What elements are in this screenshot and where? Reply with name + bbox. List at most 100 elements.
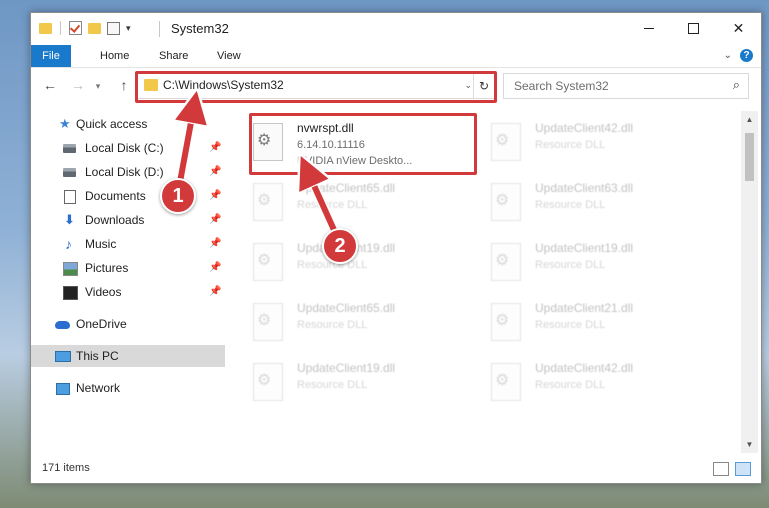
file-name: UpdateClient65.dll: [297, 181, 396, 195]
ribbon-right-controls: ⌄ ?: [724, 49, 753, 62]
minimize-button[interactable]: [626, 13, 671, 43]
status-bar: 171 items: [31, 458, 761, 482]
pin-icon[interactable]: 📌: [209, 209, 221, 231]
videos-icon: [63, 286, 78, 300]
search-placeholder: Search System32: [514, 79, 609, 93]
details-view-icon[interactable]: [713, 462, 729, 476]
up-arrow-icon[interactable]: ↑: [115, 77, 133, 93]
expand-ribbon-chevron-icon[interactable]: ⌄: [724, 50, 732, 61]
sidebar-item-label: Music: [85, 237, 117, 251]
pin-icon[interactable]: 📌: [209, 185, 221, 207]
file-name: UpdateClient65.dll: [297, 301, 396, 315]
file-name: UpdateClient42.dll: [535, 121, 634, 135]
quick-access-toolbar: ▾: [39, 21, 131, 35]
file-type: Resource DLL: [535, 139, 606, 151]
file-item[interactable]: UpdateClient19.dll Resource DLL: [229, 357, 449, 413]
dll-file-icon: [253, 243, 283, 281]
tiles-view-icon[interactable]: [735, 462, 751, 476]
file-type: Resource DLL: [297, 379, 368, 391]
tab-file[interactable]: File: [31, 45, 71, 67]
file-type: Resource DLL: [535, 199, 606, 211]
dll-file-icon: [491, 303, 521, 341]
search-icon[interactable]: ⌕: [733, 77, 740, 93]
file-item[interactable]: UpdateClient65.dll Resource DLL: [229, 297, 449, 353]
help-icon[interactable]: ?: [740, 49, 753, 62]
scroll-down-icon[interactable]: ▼: [741, 436, 758, 453]
file-item[interactable]: UpdateClient21.dll Resource DLL: [467, 297, 687, 353]
pin-icon[interactable]: 📌: [209, 233, 221, 255]
download-icon: ⬇: [64, 212, 75, 227]
dll-file-icon: [491, 243, 521, 281]
file-type: Resource DLL: [535, 319, 606, 331]
sidebar-item-music[interactable]: ♪ Music 📌: [31, 233, 225, 255]
vertical-scrollbar[interactable]: ▲ ▼: [741, 111, 758, 453]
folder-icon: [39, 22, 52, 34]
navigation-pane: ★ Quick access Local Disk (C:) 📌 Local D…: [31, 111, 227, 451]
title-divider: [159, 21, 160, 37]
sidebar-item-label: Quick access: [76, 117, 148, 131]
navigation-row: ← → ▾ ↑ C:\Windows\System32 ⌄ ↻ Search S…: [31, 71, 761, 103]
forward-arrow-icon[interactable]: →: [69, 77, 87, 93]
file-item[interactable]: UpdateClient42.dll Resource DLL: [467, 117, 687, 173]
sidebar-item-network[interactable]: Network: [31, 377, 225, 399]
file-item[interactable]: UpdateClient19.dll Resource DLL: [467, 237, 687, 293]
file-item[interactable]: UpdateClient42.dll Resource DLL: [467, 357, 687, 413]
sidebar-item-label: This PC: [76, 349, 119, 363]
file-item[interactable]: UpdateClient63.dll Resource DLL: [467, 177, 687, 233]
network-icon: [56, 383, 70, 395]
search-input[interactable]: Search System32 ⌕: [503, 73, 749, 99]
file-name: UpdateClient19.dll: [535, 241, 634, 255]
sidebar-item-local-disk-d[interactable]: Local Disk (D:) 📌: [31, 161, 225, 183]
pin-icon[interactable]: 📌: [209, 281, 221, 303]
sidebar-item-videos[interactable]: Videos 📌: [31, 281, 225, 303]
customize-toolbar-chevron-icon[interactable]: ▾: [126, 23, 131, 34]
sidebar-item-onedrive[interactable]: OneDrive: [31, 313, 225, 335]
item-count: 171 items: [42, 462, 90, 474]
dll-file-icon: [491, 363, 521, 401]
pictures-icon: [63, 262, 78, 276]
maximize-button[interactable]: [671, 13, 716, 43]
dll-file-icon: [253, 303, 283, 341]
title-bar: ▾ System32 ✕: [31, 13, 761, 45]
address-highlight-box: [135, 71, 497, 103]
pin-icon[interactable]: 📌: [209, 161, 221, 183]
tab-view[interactable]: View: [205, 45, 253, 67]
sidebar-item-label: Videos: [85, 285, 122, 299]
pc-icon: [55, 351, 71, 362]
sidebar-item-label: Downloads: [85, 213, 145, 227]
properties-icon[interactable]: [107, 21, 120, 35]
music-icon: ♪: [65, 236, 72, 252]
tab-home[interactable]: Home: [88, 45, 141, 67]
dll-file-icon: [491, 123, 521, 161]
sidebar-item-local-disk-c[interactable]: Local Disk (C:) 📌: [31, 137, 225, 159]
close-button[interactable]: ✕: [716, 13, 761, 43]
file-list: nvwrspt.dll 6.14.10.11116 NVIDIA nView D…: [229, 109, 741, 451]
scroll-thumb[interactable]: [745, 133, 754, 181]
drive-icon: [63, 168, 76, 177]
new-folder-icon[interactable]: [88, 22, 101, 34]
sidebar-item-label: Network: [76, 381, 121, 395]
scroll-up-icon[interactable]: ▲: [741, 111, 758, 128]
window-title: System32: [171, 21, 229, 36]
sidebar-item-downloads[interactable]: ⬇ Downloads 📌: [31, 209, 225, 231]
properties-check-icon[interactable]: [69, 21, 82, 35]
tab-share[interactable]: Share: [147, 45, 200, 67]
sidebar-item-quick-access[interactable]: ★ Quick access: [31, 113, 225, 135]
file-type: Resource DLL: [535, 259, 606, 271]
pin-icon[interactable]: 📌: [209, 137, 221, 159]
recent-locations-chevron-icon[interactable]: ▾: [89, 81, 107, 92]
minimize-icon: [643, 27, 654, 29]
sidebar-item-label: Local Disk (C:): [85, 141, 164, 155]
sidebar-item-this-pc[interactable]: This PC: [31, 345, 225, 367]
maximize-icon: [688, 22, 699, 34]
ribbon-tabs: File Home Share View ⌄ ?: [31, 45, 761, 68]
sidebar-item-pictures[interactable]: Pictures 📌: [31, 257, 225, 279]
back-arrow-icon[interactable]: ←: [41, 77, 59, 93]
sidebar-item-label: Documents: [85, 189, 146, 203]
pin-icon[interactable]: 📌: [209, 257, 221, 279]
sidebar-item-label: OneDrive: [76, 317, 127, 331]
documents-icon: [64, 190, 76, 204]
file-type: Resource DLL: [535, 379, 606, 391]
file-type: Resource DLL: [297, 199, 368, 211]
file-item[interactable]: UpdateClient65.dll Resource DLL: [229, 177, 449, 233]
